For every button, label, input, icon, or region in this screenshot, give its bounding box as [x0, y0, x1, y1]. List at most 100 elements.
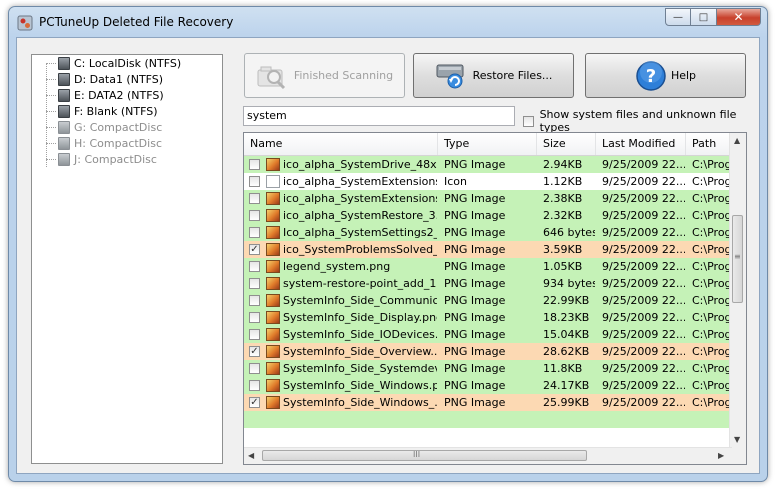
finished-scanning-label: Finished Scanning [293, 69, 394, 82]
file-modified-cell: 9/25/2009 22... [602, 158, 685, 171]
file-name-cell: ico_alpha_SystemRestore_3... [283, 209, 437, 222]
tree-branch [46, 159, 56, 160]
restore-files-button[interactable]: Restore Files... [413, 53, 574, 98]
file-row[interactable]: SystemInfo_Side_IODevices.... PNG Image 15… [244, 326, 732, 343]
vertical-scroll-thumb[interactable]: ≡ [732, 215, 743, 303]
file-checkbox[interactable] [249, 312, 260, 323]
drive-item[interactable]: E: DATA2 (NTFS) [58, 87, 164, 103]
scroll-left-arrow[interactable]: ◀ [248, 451, 254, 460]
client-area: C: LocalDisk (NTFS) D: Data1 (NTFS) E: DAT… [16, 37, 760, 474]
file-row-partial[interactable] [244, 411, 732, 428]
file-row[interactable]: ico_alpha_SystemRestore_3... PNG Image 2.3… [244, 207, 732, 224]
drive-tree[interactable]: C: LocalDisk (NTFS) D: Data1 (NTFS) E: DAT… [31, 54, 223, 464]
file-row[interactable]: SystemInfo_Side_Windows.png PNG Image 24.1… [244, 377, 732, 394]
file-modified-cell: 9/25/2009 22... [602, 209, 685, 222]
file-row[interactable]: ico_alpha_SystemExtensions... PNG Image 2.… [244, 190, 732, 207]
file-type-cell: PNG Image [444, 192, 506, 205]
drive-item[interactable]: F: Blank (NTFS) [58, 103, 158, 119]
file-modified-cell: 9/25/2009 22... [602, 243, 685, 256]
drive-item[interactable]: J: CompactDisc [58, 151, 157, 167]
scroll-down-arrow[interactable]: ▼ [734, 435, 740, 444]
file-list[interactable]: Name Type Size Last Modified Path ico_al… [243, 132, 747, 465]
horizontal-scrollbar[interactable]: ◀ III ▶ [244, 447, 732, 464]
file-checkbox[interactable] [249, 329, 260, 340]
file-row[interactable]: ico_alpha_SystemDrive_48x4... PNG Image 2.… [244, 156, 732, 173]
file-checkbox[interactable]: ✓ [249, 397, 260, 408]
horizontal-scroll-thumb[interactable]: III [262, 450, 587, 461]
file-modified-cell: 9/25/2009 22... [602, 226, 685, 239]
file-checkbox[interactable] [249, 363, 260, 374]
file-size-cell: 646 bytes [543, 226, 595, 239]
file-modified-cell: 9/25/2009 22... [602, 396, 685, 409]
drive-icon [58, 72, 70, 86]
tree-branch [46, 63, 56, 64]
file-checkbox[interactable] [249, 261, 260, 272]
file-checkbox[interactable] [249, 193, 260, 204]
close-button[interactable]: ✕ [717, 8, 761, 26]
scan-magnifier-icon [257, 66, 285, 89]
drive-item[interactable]: G: CompactDisc [58, 119, 162, 135]
tree-branch [46, 79, 56, 80]
drive-item[interactable]: C: LocalDisk (NTFS) [58, 55, 181, 71]
file-size-cell: 3.59KB [543, 243, 583, 256]
file-path-cell: C:\Prog [692, 260, 732, 273]
search-input[interactable]: system [243, 106, 515, 126]
minimize-button[interactable]: — [665, 8, 691, 26]
file-checkbox[interactable] [249, 227, 260, 238]
file-type-cell: PNG Image [444, 226, 506, 239]
help-icon: ? [636, 60, 666, 91]
file-name-cell: SystemInfo_Side_Communica... [283, 294, 437, 307]
drive-item[interactable]: D: Data1 (NTFS) [58, 71, 163, 87]
file-checkbox[interactable] [249, 210, 260, 221]
title-bar[interactable]: PCTuneUp Deleted File Recovery — □ ✕ [9, 7, 767, 37]
file-type-cell: PNG Image [444, 158, 506, 171]
file-row[interactable]: ✓ SystemInfo_Side_Overview.... PNG Image 28… [244, 343, 732, 360]
png-image-icon [266, 243, 280, 256]
drive-item[interactable]: H: CompactDisc [58, 135, 162, 151]
finished-scanning-button[interactable]: Finished Scanning [244, 53, 405, 98]
file-row[interactable]: legend_system.png PNG Image 1.05KB 9/25/200… [244, 258, 732, 275]
file-path-cell: C:\Prog [692, 328, 732, 341]
file-checkbox[interactable] [249, 159, 260, 170]
file-checkbox[interactable]: ✓ [249, 244, 260, 255]
file-path-cell: C:\Prog [692, 226, 732, 239]
file-name-cell: ico_SystemProblemsSolved_2... [283, 243, 437, 256]
file-row[interactable]: ico_alpha_SystemExtensions... Icon 1.12KB 9… [244, 173, 732, 190]
vertical-scrollbar[interactable]: ▲ ≡ ▼ [729, 133, 746, 448]
column-header-path[interactable]: Path [686, 133, 732, 155]
file-checkbox[interactable]: ✓ [249, 346, 260, 357]
file-size-cell: 25.99KB [543, 396, 590, 409]
file-row[interactable]: system-restore-point_add_1... PNG Image 93… [244, 275, 732, 292]
file-type-cell: PNG Image [444, 345, 506, 358]
maximize-button[interactable]: □ [691, 8, 717, 26]
scroll-up-arrow[interactable]: ▲ [734, 136, 740, 145]
png-image-icon [266, 379, 280, 392]
scroll-right-arrow[interactable]: ▶ [718, 451, 724, 460]
file-checkbox[interactable] [249, 380, 260, 391]
show-system-files-checkbox[interactable] [523, 115, 534, 127]
horizontal-grip-icon: III [413, 450, 421, 459]
file-row[interactable]: Ico_alpha_SystemSettings2_... PNG Image 64… [244, 224, 732, 241]
file-checkbox[interactable] [249, 295, 260, 306]
help-button[interactable]: ? Help [585, 53, 746, 98]
file-type-cell: PNG Image [444, 379, 506, 392]
file-row[interactable]: SystemInfo_Side_Communica... PNG Image 22.… [244, 292, 732, 309]
file-name-cell: SystemInfo_Side_Display.png [283, 311, 437, 324]
file-checkbox[interactable] [249, 278, 260, 289]
column-header-size[interactable]: Size [537, 133, 596, 155]
drive-label: F: Blank (NTFS) [74, 104, 158, 118]
file-type-cell: PNG Image [444, 328, 506, 341]
file-checkbox[interactable] [249, 176, 260, 187]
png-image-icon [266, 192, 280, 205]
file-row[interactable]: SystemInfo_Side_Systemdev... PNG Image 11.… [244, 360, 732, 377]
show-system-files-option[interactable]: Show system files and unknown file types [523, 108, 759, 134]
file-path-cell: C:\Prog [692, 362, 732, 375]
file-size-cell: 24.17KB [543, 379, 590, 392]
file-row[interactable]: ✓ ico_SystemProblemsSolved_2... PNG Image 3… [244, 241, 732, 258]
column-header-name[interactable]: Name [244, 133, 438, 155]
column-header-last-modified[interactable]: Last Modified [596, 133, 686, 155]
file-path-cell: C:\Prog [692, 294, 732, 307]
file-row[interactable]: ✓ SystemInfo_Side_Windows_... PNG Image 25.… [244, 394, 732, 411]
file-row[interactable]: SystemInfo_Side_Display.png PNG Image 18.2… [244, 309, 732, 326]
column-header-type[interactable]: Type [438, 133, 537, 155]
